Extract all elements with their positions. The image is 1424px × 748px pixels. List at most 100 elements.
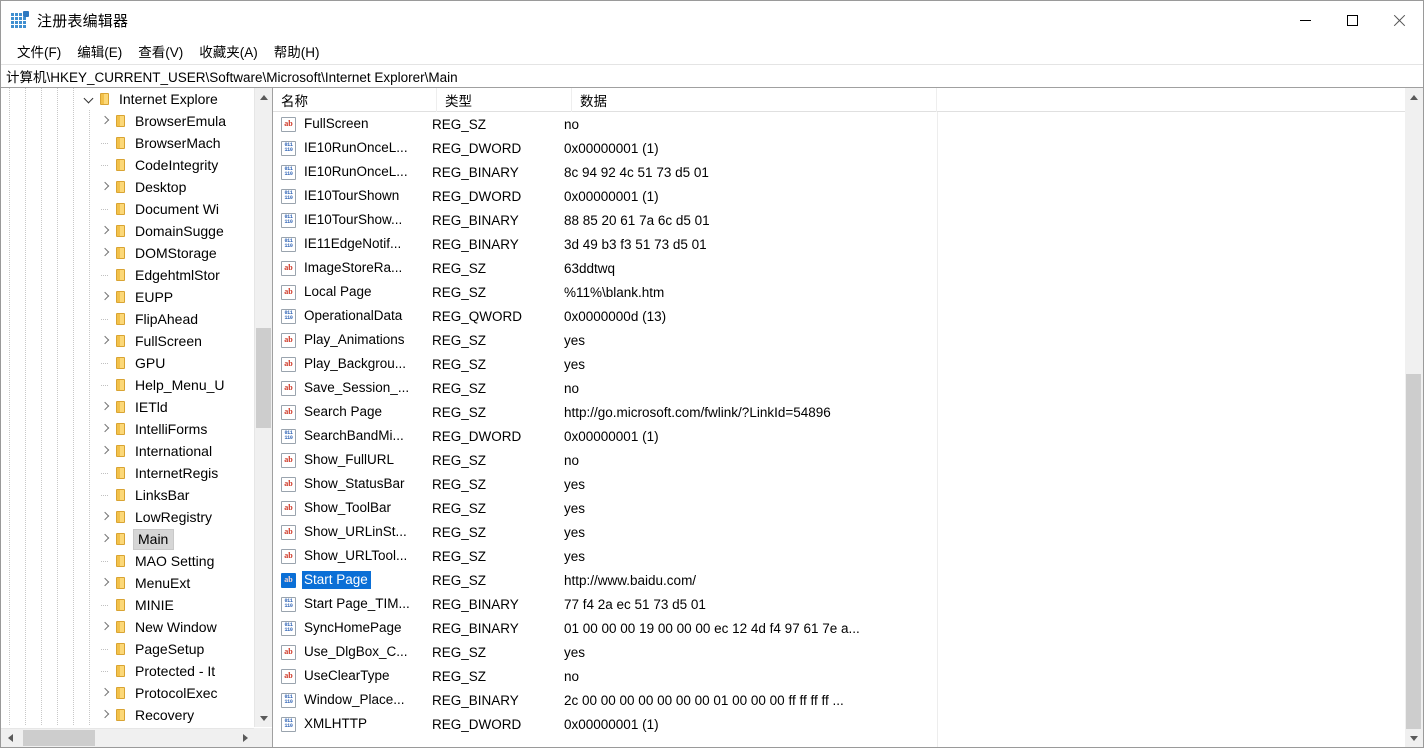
table-row[interactable]: ab Use_DlgBox_C... REG_SZ yes — [273, 640, 1423, 664]
chevron-right-icon[interactable] — [97, 110, 113, 132]
table-row[interactable]: 011 110 SyncHomePage REG_BINARY 01 00 00 00 … — [273, 616, 1423, 640]
chevron-right-icon[interactable] — [97, 242, 113, 264]
close-button[interactable] — [1376, 1, 1423, 39]
tree-item-internet-explore[interactable]: Internet Explore — [1, 88, 254, 110]
table-row[interactable]: ab Play_Backgrou... REG_SZ yes — [273, 352, 1423, 376]
tree-item-help-menu-u[interactable]: Help_Menu_U — [1, 374, 254, 396]
registry-tree[interactable]: Internet Explore BrowserEmula BrowserMach C… — [1, 88, 254, 727]
chevron-right-icon[interactable] — [97, 418, 113, 440]
tree-scroll-right-icon[interactable] — [236, 729, 254, 747]
tree-item-eupp[interactable]: EUPP — [1, 286, 254, 308]
table-row[interactable]: 011 110 IE10RunOnceL... REG_BINARY 8c 94 92 … — [273, 160, 1423, 184]
tree-item-desktop[interactable]: Desktop — [1, 176, 254, 198]
table-row[interactable]: ab Save_Session_... REG_SZ no — [273, 376, 1423, 400]
tree-item-flipahead[interactable]: FlipAhead — [1, 308, 254, 330]
table-row[interactable]: ab UseClearType REG_SZ no — [273, 664, 1423, 688]
tree-scroll-left-icon[interactable] — [1, 729, 19, 747]
values-vertical-scrollbar[interactable] — [1405, 88, 1423, 747]
tree-horizontal-scrollbar[interactable] — [1, 728, 254, 747]
chevron-right-icon[interactable] — [97, 506, 113, 528]
chevron-right-icon[interactable] — [97, 616, 113, 638]
maximize-button[interactable] — [1329, 1, 1376, 39]
menu-help[interactable]: 帮助(H) — [266, 38, 328, 65]
registry-values-list[interactable]: ab FullScreen REG_SZ no 011 110 IE10RunOnceL..… — [273, 112, 1423, 747]
table-row[interactable]: ab Show_URLinSt... REG_SZ yes — [273, 520, 1423, 544]
tree-item-recovery[interactable]: Recovery — [1, 704, 254, 726]
tree-item-domainsugge[interactable]: DomainSugge — [1, 220, 254, 242]
table-row[interactable]: ab ImageStoreRa... REG_SZ 63ddtwq — [273, 256, 1423, 280]
chevron-right-icon[interactable] — [97, 176, 113, 198]
chevron-right-icon[interactable] — [97, 528, 113, 550]
tree-item-international[interactable]: International — [1, 440, 254, 462]
tree-item-internetregis[interactable]: InternetRegis — [1, 462, 254, 484]
chevron-right-icon[interactable] — [97, 440, 113, 462]
tree-item-ietld[interactable]: IETld — [1, 396, 254, 418]
chevron-right-icon[interactable] — [97, 396, 113, 418]
tree-item-intelliforms[interactable]: IntelliForms — [1, 418, 254, 440]
table-row[interactable]: ab Play_Animations REG_SZ yes — [273, 328, 1423, 352]
tree-vertical-scroll-thumb[interactable] — [256, 328, 271, 428]
table-row[interactable]: 011 110 OperationalData REG_QWORD 0x0000000d… — [273, 304, 1423, 328]
chevron-right-icon[interactable] — [97, 286, 113, 308]
menu-edit[interactable]: 编辑(E) — [69, 38, 130, 65]
table-row[interactable]: ab Local Page REG_SZ %11%\blank.htm — [273, 280, 1423, 304]
menu-file[interactable]: 文件(F) — [9, 38, 69, 65]
table-row[interactable]: 011 110 IE10TourShow... REG_BINARY 88 85 20 … — [273, 208, 1423, 232]
chevron-right-icon[interactable] — [97, 572, 113, 594]
tree-item-main[interactable]: Main — [1, 528, 254, 550]
tree-item-protected-it[interactable]: Protected - It — [1, 660, 254, 682]
tree-item-codeintegrity[interactable]: CodeIntegrity — [1, 154, 254, 176]
table-row[interactable]: 011 110 SearchBandMi... REG_DWORD 0x00000001… — [273, 424, 1423, 448]
table-row[interactable]: ab Show_StatusBar REG_SZ yes — [273, 472, 1423, 496]
tree-item-minie[interactable]: MINIE — [1, 594, 254, 616]
tree-item-browsermach[interactable]: BrowserMach — [1, 132, 254, 154]
tree-scroll-down-icon[interactable] — [255, 709, 272, 727]
column-header-name[interactable]: 名称 — [273, 88, 437, 112]
table-row[interactable]: ab Search Page REG_SZ http://go.microsoft.c… — [273, 400, 1423, 424]
chevron-down-icon[interactable] — [81, 88, 97, 110]
values-scroll-down-icon[interactable] — [1405, 729, 1422, 747]
tree-item-domstorage[interactable]: DOMStorage — [1, 242, 254, 264]
chevron-right-icon[interactable] — [97, 220, 113, 242]
table-row[interactable]: ab Show_ToolBar REG_SZ yes — [273, 496, 1423, 520]
chevron-right-icon[interactable] — [97, 330, 113, 352]
tree-scroll-up-icon[interactable] — [255, 88, 272, 106]
table-row[interactable]: 011 110 IE10TourShown REG_DWORD 0x00000001 (… — [273, 184, 1423, 208]
tree-item-document-wi[interactable]: Document Wi — [1, 198, 254, 220]
table-row[interactable]: 011 110 Start Page_TIM... REG_BINARY 77 f4 2… — [273, 592, 1423, 616]
tree-item-lowregistry[interactable]: LowRegistry — [1, 506, 254, 528]
minimize-button[interactable] — [1282, 1, 1329, 39]
tree-horizontal-scroll-thumb[interactable] — [23, 730, 95, 746]
address-bar[interactable]: 计算机\HKEY_CURRENT_USER\Software\Microsoft… — [1, 64, 1423, 88]
value-name: IE10RunOnceL... — [304, 164, 408, 179]
column-header-type[interactable]: 类型 — [437, 88, 572, 112]
tree-item-browseremula[interactable]: BrowserEmula — [1, 110, 254, 132]
tree-item-fullscreen[interactable]: FullScreen — [1, 330, 254, 352]
tree-item-linksbar[interactable]: LinksBar — [1, 484, 254, 506]
chevron-right-icon[interactable] — [97, 682, 113, 704]
menu-favorites[interactable]: 收藏夹(A) — [191, 38, 266, 65]
menu-view[interactable]: 查看(V) — [130, 38, 191, 65]
table-row[interactable]: ab Start Page REG_SZ http://www.baidu.com/ — [273, 568, 1423, 592]
values-scroll-up-icon[interactable] — [1405, 88, 1422, 106]
table-row[interactable]: 011 110 Window_Place... REG_BINARY 2c 00 00 … — [273, 688, 1423, 712]
table-row[interactable]: ab FullScreen REG_SZ no — [273, 112, 1423, 136]
tree-item-menuext[interactable]: MenuExt — [1, 572, 254, 594]
tree-item-protocolexec[interactable]: ProtocolExec — [1, 682, 254, 704]
tree-vertical-scrollbar[interactable] — [254, 88, 272, 727]
column-divider[interactable] — [937, 112, 938, 747]
column-header-data[interactable]: 数据 — [572, 88, 937, 112]
values-vertical-scroll-thumb[interactable] — [1406, 374, 1421, 729]
table-row[interactable]: ab Show_FullURL REG_SZ no — [273, 448, 1423, 472]
table-row[interactable]: ab Show_URLTool... REG_SZ yes — [273, 544, 1423, 568]
tree-item-pagesetup[interactable]: PageSetup — [1, 638, 254, 660]
tree-item-edgehtmlstor[interactable]: EdgehtmlStor — [1, 264, 254, 286]
chevron-right-icon[interactable] — [97, 704, 113, 726]
table-row[interactable]: 011 110 IE11EdgeNotif... REG_BINARY 3d 49 b3… — [273, 232, 1423, 256]
tree-item-mao-setting[interactable]: MAO Setting — [1, 550, 254, 572]
tree-indent-guide — [33, 154, 49, 176]
tree-item-gpu[interactable]: GPU — [1, 352, 254, 374]
table-row[interactable]: 011 110 IE10RunOnceL... REG_DWORD 0x00000001… — [273, 136, 1423, 160]
tree-item-new-window[interactable]: New Window — [1, 616, 254, 638]
table-row[interactable]: 011 110 XMLHTTP REG_DWORD 0x00000001 (1) — [273, 712, 1423, 736]
